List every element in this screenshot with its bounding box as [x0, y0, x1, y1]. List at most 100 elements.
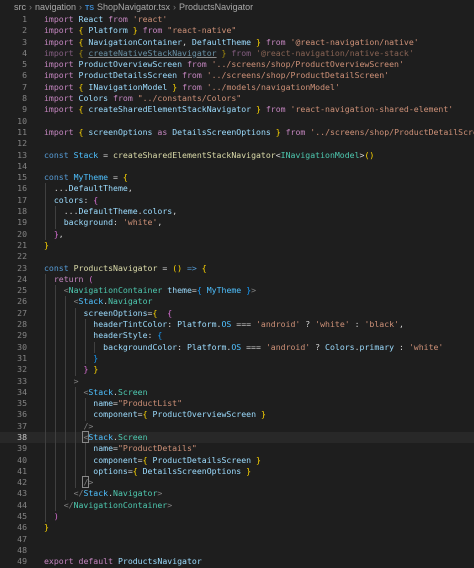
code-text: }: [44, 353, 98, 364]
code-line[interactable]: 13 const Stack = createSharedElementStack…: [0, 150, 474, 161]
breadcrumb-item-src[interactable]: src: [14, 2, 26, 12]
code-token: Colors: [78, 93, 109, 104]
code-line[interactable]: 44 </NavigationContainer>: [0, 499, 474, 512]
code-line[interactable]: 1 import React from 'react': [0, 14, 474, 25]
code-text: >: [44, 376, 79, 387]
code-line[interactable]: 21}: [0, 240, 474, 251]
code-line[interactable]: 10: [0, 116, 474, 127]
code-text: import { createSharedElementStackNavigat…: [44, 104, 453, 115]
code-line[interactable]: 9 import { createSharedElementStackNaviga…: [0, 104, 474, 115]
code-line[interactable]: 37 />: [0, 420, 474, 432]
code-line[interactable]: 36 component={ ProductOverviewScreen }: [0, 409, 474, 421]
code-line[interactable]: 25 <NavigationContainer theme={ MyTheme …: [0, 285, 474, 297]
code-line[interactable]: 34 <Stack.Screen: [0, 386, 474, 399]
code-line[interactable]: 41 options={ DetailsScreenOptions }: [0, 465, 474, 478]
code-line[interactable]: 2 import { Platform } from "react-native": [0, 25, 474, 36]
code-token: </: [73, 488, 84, 499]
code-token: Navigator: [108, 296, 153, 307]
code-line[interactable]: 5 import ProductOverviewScreen from '../s…: [0, 59, 474, 70]
code-line[interactable]: 39 name="ProductDetails": [0, 443, 474, 455]
code-token: (): [172, 262, 183, 273]
code-line[interactable]: 20 },: [0, 228, 474, 240]
code-token: :: [394, 341, 409, 352]
code-token: >: [73, 375, 79, 386]
line-number: 36: [17, 409, 27, 420]
code-line[interactable]: 31 }: [0, 352, 474, 365]
code-line[interactable]: 30 backgroundColor: Platform.OS === 'and…: [0, 341, 474, 353]
code-token: ProductOverviewScreen: [78, 59, 183, 70]
code-token: colors: [142, 206, 173, 217]
code-line[interactable]: 35 name="ProductList": [0, 398, 474, 410]
code-token: }: [246, 465, 252, 476]
line-number: 24: [17, 273, 27, 284]
code-text: } }: [44, 364, 98, 375]
code-text: options={ DetailsScreenOptions }: [44, 466, 251, 477]
code-line[interactable]: 33 >: [0, 375, 474, 387]
code-text: <Stack.Screen: [44, 386, 148, 398]
code-text: />: [44, 421, 93, 432]
code-line[interactable]: 3 import { NavigationContainer, DefaultTh…: [0, 37, 474, 48]
code-token: {: [201, 262, 207, 273]
line-number: 17: [17, 194, 27, 205]
code-line[interactable]: 27 screenOptions={ {: [0, 307, 474, 320]
code-line[interactable]: 48: [0, 545, 474, 556]
code-token: DetailsScreenOptions: [142, 465, 242, 476]
code-line[interactable]: 14: [0, 161, 474, 172]
code-token: =: [98, 149, 114, 160]
code-line[interactable]: 49 export default ProductsNavigator: [0, 556, 474, 567]
line-number: 11: [17, 126, 27, 137]
code-line[interactable]: 7 import { INavigationModel } from '../mo…: [0, 82, 474, 93]
code-line[interactable]: 11 import { screenOptions as DetailsScree…: [0, 127, 474, 138]
code-line[interactable]: 26 <Stack.Navigator: [0, 296, 474, 308]
breadcrumb-item-symbol[interactable]: ProductsNavigator: [179, 2, 253, 12]
code-token: Platform: [177, 319, 217, 330]
code-line[interactable]: 47: [0, 534, 474, 545]
code-line[interactable]: 29 headerStyle: {: [0, 330, 474, 342]
code-token: as: [157, 126, 168, 137]
code-line[interactable]: 6 import ProductDetailsScreen from '../sc…: [0, 70, 474, 81]
code-line[interactable]: 32 } }: [0, 364, 474, 376]
line-number: 39: [17, 443, 27, 454]
line-number: 20: [17, 228, 27, 239]
code-line[interactable]: 46}: [0, 522, 474, 533]
code-token: screenOptions: [88, 126, 153, 137]
code-text: component={ ProductOverviewScreen }: [44, 409, 266, 420]
code-token: Screen: [117, 386, 148, 397]
code-editor[interactable]: 1 import React from 'react' 2 import { Plat…: [0, 14, 474, 568]
code-token: Stack: [83, 488, 109, 499]
code-line[interactable]: 18 ...DefaultTheme.colors,: [0, 206, 474, 218]
code-line[interactable]: 8 import Colors from "../constants/Colors…: [0, 93, 474, 104]
code-line[interactable]: 4 import { createNativeStackNavigator } f…: [0, 48, 474, 59]
code-token: component: [93, 454, 138, 465]
code-line[interactable]: 12: [0, 138, 474, 149]
code-text: const MyTheme = {: [44, 172, 128, 183]
breadcrumb-item-file[interactable]: ShopNavigator.tsx: [97, 2, 170, 12]
code-text: headerTintColor: Platform.OS === 'androi…: [44, 319, 404, 330]
code-line[interactable]: 38 <Stack.Screen: [0, 430, 474, 444]
code-line[interactable]: 15 const MyTheme = {: [0, 172, 474, 183]
code-line[interactable]: 23 const ProductsNavigator = () => {: [0, 263, 474, 274]
code-line[interactable]: 22: [0, 251, 474, 262]
code-line[interactable]: 28 headerTintColor: Platform.OS === 'and…: [0, 319, 474, 331]
code-line[interactable]: 40 component={ ProductDetailsScreen }: [0, 454, 474, 466]
code-line[interactable]: 45 ): [0, 511, 474, 523]
code-line[interactable]: 24 return (: [0, 273, 474, 286]
code-text: <Stack.Screen: [44, 430, 148, 443]
code-line[interactable]: 17 colors: {: [0, 194, 474, 207]
code-line[interactable]: 43 </Stack.Navigator>: [0, 488, 474, 500]
line-number: 45: [17, 511, 27, 522]
breadcrumb-item-navigation[interactable]: navigation: [35, 2, 76, 12]
code-token: theme: [167, 285, 192, 296]
code-line[interactable]: 42 />: [0, 476, 474, 489]
code-line[interactable]: 16 ...DefaultTheme,: [0, 183, 474, 195]
code-token: ,: [182, 36, 192, 47]
code-line[interactable]: 19 background: 'white',: [0, 217, 474, 229]
chevron-right-icon: ›: [29, 2, 32, 12]
